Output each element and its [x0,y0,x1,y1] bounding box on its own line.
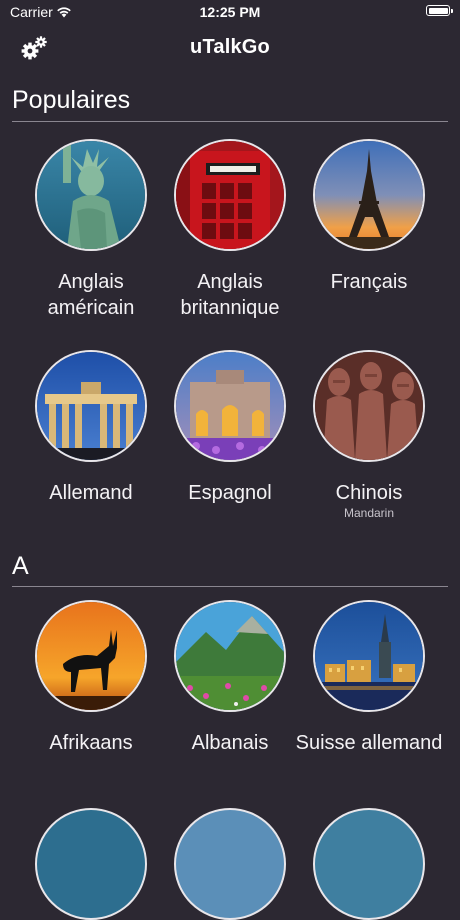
statue-of-liberty-image [35,139,147,251]
language-image [313,808,425,920]
language-tile-afrikaans[interactable]: Afrikaans [16,600,166,756]
language-label: Afrikaans [49,732,133,754]
language-label: Allemand [49,482,133,504]
language-tile-french[interactable]: Français [294,139,444,295]
language-tile-spanish[interactable]: Espagnol [155,350,305,506]
language-label: Anglais britannique [180,271,280,319]
terracotta-warriors-image [313,350,425,462]
language-label: Albanais [191,732,269,754]
language-tile-british-english[interactable]: Anglais britannique [155,139,305,321]
language-label: Espagnol [188,482,272,504]
language-label: Suisse allemand [295,732,443,754]
language-tile-albanian[interactable]: Albanais [155,600,305,756]
language-sublabel: Mandarin [343,506,395,520]
language-image [35,808,147,920]
brandenburg-gate-image [35,350,147,462]
language-tile-swiss-german[interactable]: Suisse allemand [294,600,444,756]
language-tile-german[interactable]: Allemand [16,350,166,506]
telephone-box-image [174,139,286,251]
app-title: uTalkGo [190,36,270,58]
language-label: Français [330,271,408,293]
battery-icon [426,5,453,16]
eiffel-tower-image [313,139,425,251]
status-time: 12:25 PM [199,4,261,20]
oryx-sunset-image [35,600,147,712]
status-bar: Carrier 12:25 PM [0,0,460,24]
language-image [174,808,286,920]
language-label: Anglais américain [47,271,135,319]
language-tile-partial[interactable] [294,808,444,920]
language-tile-american-english[interactable]: Anglais américain [16,139,166,321]
section-header-popular: Populaires [12,86,131,114]
section-header-a: A [12,552,29,580]
language-tile-partial[interactable] [16,808,166,920]
section-divider [12,586,448,587]
nav-bar: uTalkGo [0,24,460,72]
language-tile-chinese[interactable]: Chinois Mandarin [294,350,444,520]
language-label: Chinois [335,482,403,504]
puerta-de-alcala-image [174,350,286,462]
section-divider [12,121,448,122]
language-tile-partial[interactable] [155,808,305,920]
zurich-night-image [313,600,425,712]
albanian-landscape-image [174,600,286,712]
